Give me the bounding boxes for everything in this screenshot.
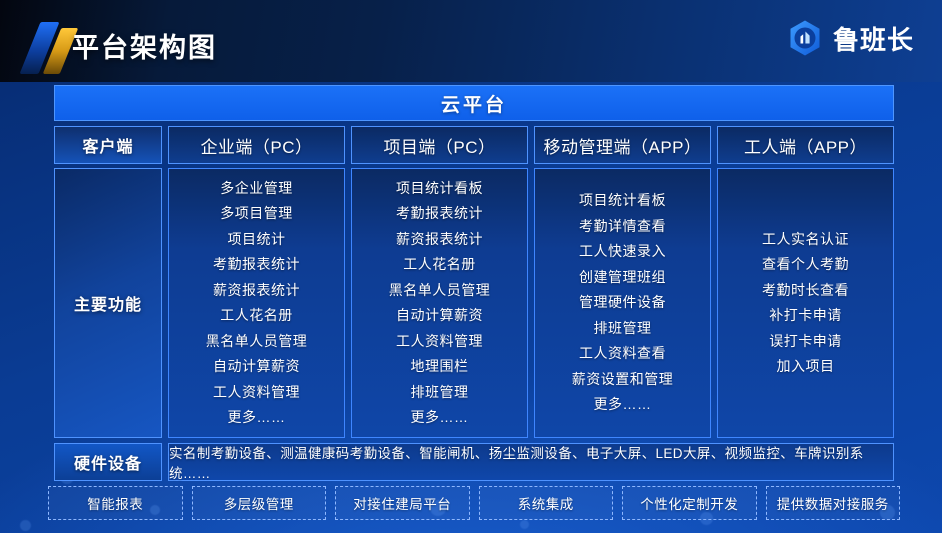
hexagon-building-icon	[790, 20, 820, 56]
page-header: 平台架构图 鲁班长	[0, 0, 942, 82]
main-functions-row: 主要功能 多企业管理 多项目管理 项目统计 考勤报表统计 薪资报表统计 工人花名…	[54, 168, 894, 438]
list-item: 自动计算薪资	[396, 307, 483, 323]
service-box-custom-development: 个性化定制开发	[622, 486, 757, 520]
hardware-row: 硬件设备 实名制考勤设备、测温健康码考勤设备、智能闸机、扬尘监测设备、电子大屏、…	[54, 443, 894, 481]
list-item: 更多……	[593, 396, 652, 413]
functions-panel-enterprise: 多企业管理 多项目管理 项目统计 考勤报表统计 薪资报表统计 工人花名册 黑名单…	[168, 168, 345, 438]
list-item: 多企业管理	[220, 179, 293, 196]
functions-list-enterprise: 多企业管理 多项目管理 项目统计 考勤报表统计 薪资报表统计 工人花名册 黑名单…	[173, 176, 340, 431]
list-item: 考勤报表统计	[213, 256, 300, 272]
list-item: 排班管理	[410, 383, 469, 400]
list-item: 管理硬件设备	[579, 294, 666, 311]
list-item: 地理围栏	[410, 358, 469, 374]
architecture-grid: 客户端 企业端（PC） 项目端（PC） 移动管理端（APP） 工人端（APP） …	[54, 126, 894, 481]
list-item: 工人花名册	[220, 307, 293, 323]
column-header-mobile-admin: 移动管理端（APP）	[534, 126, 711, 164]
list-item: 项目统计看板	[579, 192, 666, 209]
brand-logo: 鲁班长	[786, 19, 914, 57]
list-item: 工人资料管理	[396, 332, 483, 349]
list-item: 考勤详情查看	[579, 217, 666, 234]
list-item: 工人资料查看	[579, 345, 666, 362]
list-item: 更多……	[227, 409, 286, 425]
row-label-client: 客户端	[54, 126, 162, 164]
list-item: 项目统计看板	[396, 179, 483, 196]
list-item: 薪资设置和管理	[571, 370, 674, 387]
list-item: 工人资料管理	[213, 383, 300, 400]
slash-mark-icon	[19, 22, 79, 74]
column-header-row: 客户端 企业端（PC） 项目端（PC） 移动管理端（APP） 工人端（APP）	[54, 126, 894, 164]
cloud-platform-bar: 云平台	[54, 85, 894, 121]
architecture-diagram-page: 平台架构图 鲁班长 云平台 客户端 企业端（PC） 项目端（PC） 移动管理端（…	[0, 0, 942, 533]
list-item: 加入项目	[776, 358, 835, 374]
service-box-data-interface-service: 提供数据对接服务	[765, 486, 900, 520]
brand-name: 鲁班长	[832, 24, 914, 55]
list-item: 黑名单人员管理	[388, 281, 491, 298]
list-item: 多项目管理	[220, 205, 293, 221]
list-item: 创建管理班组	[579, 268, 666, 285]
column-header-enterprise: 企业端（PC）	[168, 126, 345, 164]
functions-list-worker: 工人实名认证 查看个人考勤 考勤时长查看 补打卡申请 误打卡申请 加入项目	[722, 227, 889, 380]
functions-list-mobile-admin: 项目统计看板 考勤详情查看 工人快速录入 创建管理班组 管理硬件设备 排班管理 …	[539, 188, 706, 418]
list-item: 项目统计	[227, 230, 286, 247]
list-item: 自动计算薪资	[213, 358, 300, 374]
hardware-device-list: 实名制考勤设备、测温健康码考勤设备、智能闸机、扬尘监测设备、电子大屏、LED大屏…	[168, 443, 894, 481]
list-item: 误打卡申请	[769, 332, 842, 349]
list-item: 查看个人考勤	[762, 256, 849, 272]
list-item: 薪资报表统计	[213, 281, 300, 298]
list-item: 工人花名册	[403, 256, 476, 272]
page-title: 平台架构图	[72, 33, 217, 63]
functions-panel-project: 项目统计看板 考勤报表统计 薪资报表统计 工人花名册 黑名单人员管理 自动计算薪…	[351, 168, 528, 438]
service-box-multi-level-management: 多层级管理	[191, 486, 326, 520]
cloud-platform-label: 云平台	[440, 94, 507, 116]
list-item: 排班管理	[593, 319, 652, 336]
list-item: 工人快速录入	[579, 243, 666, 260]
functions-panel-worker: 工人实名认证 查看个人考勤 考勤时长查看 补打卡申请 误打卡申请 加入项目	[717, 168, 894, 438]
list-item: 补打卡申请	[769, 307, 842, 323]
list-item: 黑名单人员管理	[205, 332, 308, 349]
services-row: 智能报表 多层级管理 对接住建局平台 系统集成 个性化定制开发 提供数据对接服务	[48, 486, 900, 520]
row-label-hardware: 硬件设备	[54, 443, 162, 481]
column-header-worker: 工人端（APP）	[717, 126, 894, 164]
list-item: 工人实名认证	[762, 230, 849, 247]
functions-panel-mobile-admin: 项目统计看板 考勤详情查看 工人快速录入 创建管理班组 管理硬件设备 排班管理 …	[534, 168, 711, 438]
list-item: 考勤报表统计	[396, 205, 483, 221]
list-item: 更多……	[410, 409, 469, 425]
row-label-main-functions: 主要功能	[54, 168, 162, 438]
column-header-project: 项目端（PC）	[351, 126, 528, 164]
service-box-system-integration: 系统集成	[478, 486, 613, 520]
service-box-government-platform: 对接住建局平台	[335, 486, 470, 520]
list-item: 考勤时长查看	[762, 281, 849, 298]
functions-list-project: 项目统计看板 考勤报表统计 薪资报表统计 工人花名册 黑名单人员管理 自动计算薪…	[356, 176, 523, 431]
service-box-smart-report: 智能报表	[48, 486, 183, 520]
list-item: 薪资报表统计	[396, 230, 483, 247]
